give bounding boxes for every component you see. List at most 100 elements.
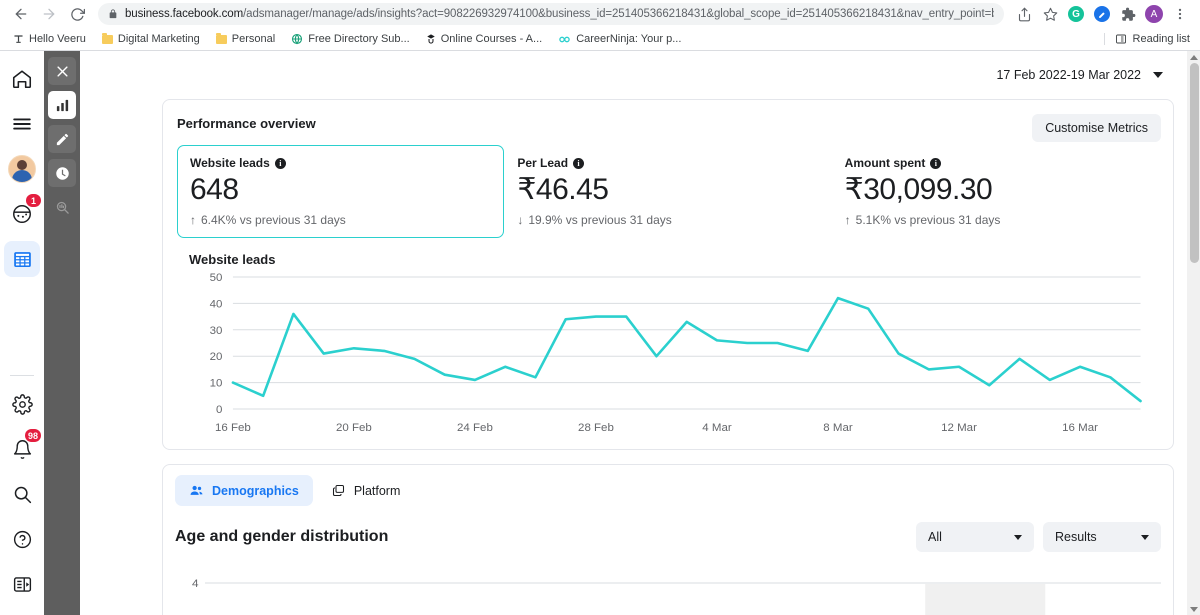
copy-icon <box>331 483 346 498</box>
info-icon[interactable]: i <box>930 157 942 169</box>
bookmark-item[interactable]: Hello Veeru <box>6 31 93 47</box>
help-icon <box>12 529 33 550</box>
bookmark-item[interactable]: Free Directory Sub... <box>284 31 416 47</box>
metric-label-text: Amount spent <box>844 156 926 170</box>
metric-delta: ↑ 5.1K% vs previous 31 days <box>845 213 1146 227</box>
line-chart-svg: 0 10 20 30 40 50 16 Feb 20 Feb 24 Feb 28 Feb 4 Mar… <box>210 272 1151 434</box>
x-axis-tick: 16 Feb <box>215 422 251 434</box>
metric-delta: ↓ 19.9% vs previous 31 days <box>517 213 818 227</box>
metric-label: Per Lead i <box>517 156 818 170</box>
bookmark-item[interactable]: Personal <box>209 31 282 47</box>
sidebar-item-search[interactable] <box>4 476 40 512</box>
chevron-down-icon <box>1141 534 1149 540</box>
bar-chart-svg: 4 <box>192 578 1161 615</box>
grammarly-extension-icon[interactable]: G <box>1064 2 1088 26</box>
updates-badge: 1 <box>25 193 42 208</box>
back-arrow-icon[interactable] <box>8 1 34 27</box>
bookmark-item[interactable]: Online Courses - A... <box>419 31 550 47</box>
trend-up-icon: ↑ <box>190 213 196 227</box>
metric-label-text: Per Lead <box>517 156 569 170</box>
reading-list-button[interactable]: Reading list <box>1103 33 1194 45</box>
pen-extension-icon[interactable] <box>1090 2 1114 26</box>
breakdown-select-all[interactable]: All <box>916 522 1034 552</box>
bar-chart-icon[interactable] <box>48 91 76 119</box>
sidebar-item-help[interactable] <box>4 521 40 557</box>
info-icon[interactable]: i <box>573 157 585 169</box>
sidebar-item-notifications[interactable]: 98 <box>4 428 42 467</box>
date-range-row: 17 Feb 2022-19 Mar 2022 <box>80 51 1200 99</box>
reload-icon[interactable] <box>64 1 90 27</box>
customise-metrics-button[interactable]: Customise Metrics <box>1032 114 1161 142</box>
sidebar-item-home[interactable] <box>4 61 40 97</box>
x-axis-tick: 28 Feb <box>578 422 614 434</box>
gear-icon <box>11 393 33 415</box>
folder-icon <box>215 32 227 44</box>
metric-select-results[interactable]: Results <box>1043 522 1161 552</box>
page-scrollbar[interactable] <box>1187 51 1200 615</box>
tab-platform[interactable]: Platform <box>317 475 415 506</box>
pencil-icon[interactable] <box>48 125 76 153</box>
sidebar-item-updates[interactable]: 1 <box>4 193 42 232</box>
star-icon[interactable] <box>1038 2 1062 26</box>
metric-label: Website leads i <box>190 156 491 170</box>
metric-card-amount-spent[interactable]: Amount spent i ₹30,099.30 ↑ 5.1K% vs pre… <box>832 145 1159 238</box>
scroll-down-icon[interactable] <box>1190 607 1198 612</box>
bar-y-tick: 4 <box>192 578 199 590</box>
scroll-up-icon[interactable] <box>1190 55 1198 60</box>
demographics-filters: All Results <box>916 522 1161 552</box>
metric-card-website-leads[interactable]: Website leads i 648 ↑ 6.4K% vs previous … <box>177 145 505 238</box>
bookmark-item[interactable]: Digital Marketing <box>95 31 207 47</box>
avatar[interactable]: A <box>1142 2 1166 26</box>
y-axis-tick: 10 <box>210 378 223 390</box>
metric-card-per-lead[interactable]: Per Lead i ₹46.45 ↓ 19.9% vs previous 31… <box>504 145 831 238</box>
sidebar-item-menu[interactable] <box>4 106 40 142</box>
editor-tool-strip <box>44 51 80 615</box>
search-icon <box>12 484 33 505</box>
metric-delta-text: 6.4K% vs previous 31 days <box>201 213 346 227</box>
chevron-down-icon <box>1153 72 1163 78</box>
bookmarks-bar: Hello Veeru Digital Marketing Personal F… <box>0 28 1200 50</box>
bar-chart: 4 <box>175 566 1161 615</box>
page-title: Performance overview <box>177 116 316 131</box>
tab-demographics[interactable]: Demographics <box>175 475 313 506</box>
x-axis-tick: 16 Mar <box>1062 422 1098 434</box>
clock-icon[interactable] <box>48 159 76 187</box>
sidebar-item-settings[interactable] <box>4 386 40 422</box>
home-icon <box>11 68 33 90</box>
select-value: All <box>928 530 942 544</box>
zoom-search-icon[interactable] <box>48 193 76 221</box>
line-chart-title: Website leads <box>189 252 276 267</box>
date-range-picker[interactable]: 17 Feb 2022-19 Mar 2022 <box>985 61 1174 89</box>
metrics-row: Website leads i 648 ↑ 6.4K% vs previous … <box>177 145 1159 238</box>
info-icon[interactable]: i <box>274 157 286 169</box>
folder-icon <box>101 32 113 44</box>
close-icon[interactable] <box>48 57 76 85</box>
y-axis-tick: 20 <box>210 351 223 363</box>
bookmark-label: Digital Marketing <box>117 33 200 45</box>
x-axis-tick: 4 Mar <box>702 422 732 434</box>
scrollbar-thumb[interactable] <box>1190 63 1199 263</box>
metric-delta-text: 5.1K% vs previous 31 days <box>855 213 1001 227</box>
kebab-menu-icon[interactable] <box>1168 2 1192 26</box>
address-bar[interactable]: business.facebook.com/adsmanager/manage/… <box>98 3 1004 25</box>
puzzle-extensions-icon[interactable] <box>1116 2 1140 26</box>
sidebar-item-ads-manager[interactable] <box>4 241 40 277</box>
metric-label: Amount spent i <box>845 156 1146 170</box>
y-axis-tick: 50 <box>210 272 223 284</box>
globe-icon <box>291 33 303 45</box>
address-bar-text: business.facebook.com/adsmanager/manage/… <box>125 8 994 20</box>
bookmark-label: CareerNinja: Your p... <box>576 33 682 45</box>
demographics-header: Age and gender distribution All Results <box>163 506 1173 552</box>
demographics-card: Demographics Platform Age and gender dis… <box>162 464 1174 615</box>
metric-label-text: Website leads <box>190 156 270 170</box>
performance-overview-card: Performance overview Customise Metrics W… <box>162 99 1174 450</box>
bookmark-item[interactable]: CareerNinja: Your p... <box>551 31 688 48</box>
forward-arrow-icon[interactable] <box>36 1 62 27</box>
profile-initial: A <box>1145 5 1163 23</box>
main-content: 17 Feb 2022-19 Mar 2022 Performance over… <box>80 51 1200 615</box>
sidebar-item-profile[interactable] <box>4 151 40 187</box>
share-icon[interactable] <box>1012 2 1036 26</box>
sidebar-item-panel-toggle[interactable] <box>4 566 40 602</box>
date-range-value: 17 Feb 2022-19 Mar 2022 <box>996 68 1141 82</box>
section-title: Age and gender distribution <box>175 528 389 545</box>
